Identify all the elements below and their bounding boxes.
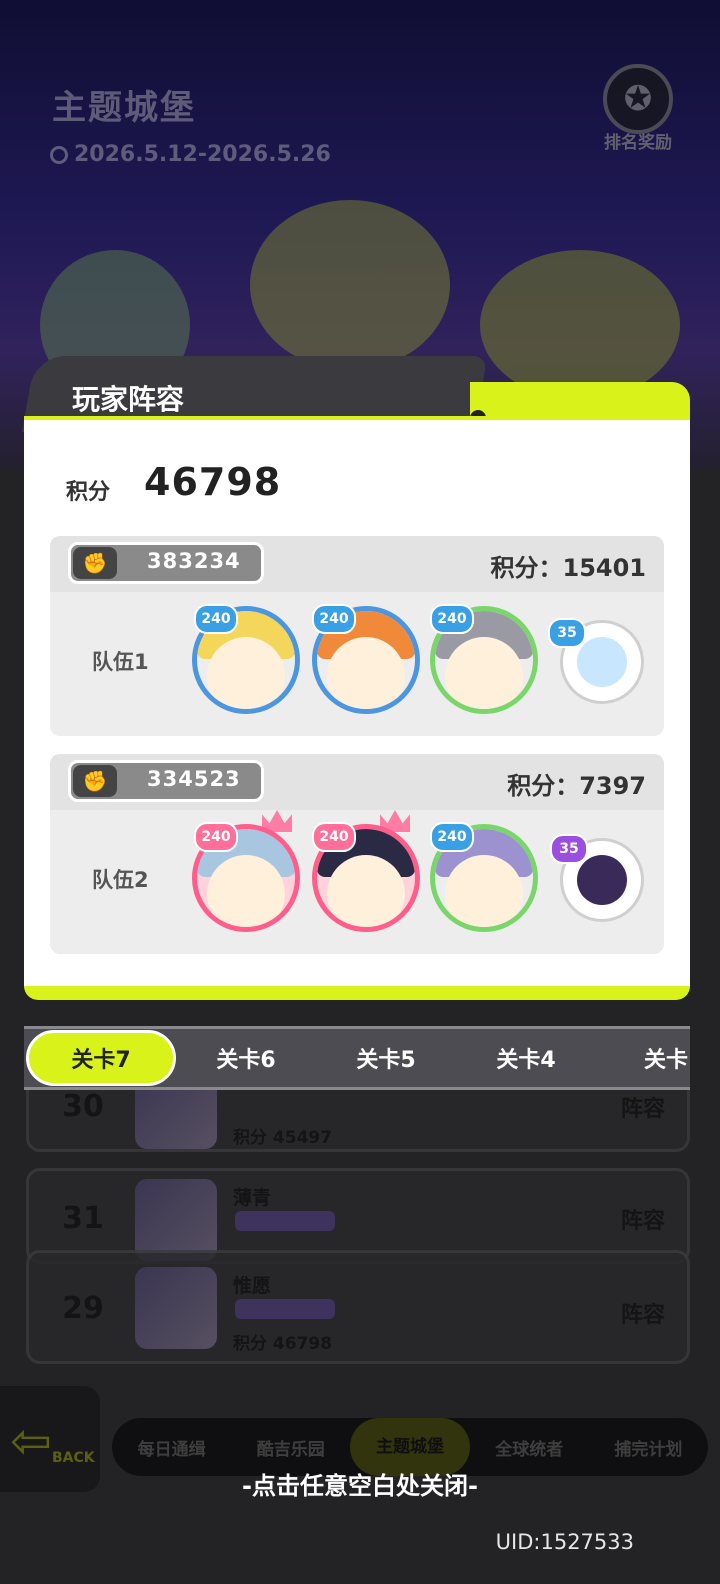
player-id-badge: ✊ 383234 [68,542,264,584]
tab-stage-5[interactable]: 关卡5 [316,1042,456,1074]
hero-face [445,855,523,927]
tab-stage-4[interactable]: 关卡4 [456,1042,596,1074]
hero-face [207,637,285,709]
stage-tabs: 关卡7 关卡6 关卡5 关卡4 关卡 [24,1026,690,1090]
total-score-value: 46798 [144,460,282,504]
hero-face [327,855,405,927]
fist-icon: ✊ [73,765,117,797]
player-id: 334523 [147,767,241,791]
fist-icon: ✊ [73,547,117,579]
modal-title: 玩家阵容 [72,383,185,416]
tab-stage-6[interactable]: 关卡6 [176,1042,316,1074]
total-score-label: 积分 [66,480,111,505]
tab-stage-7[interactable]: 关卡7 [26,1030,176,1086]
tab-stage-more[interactable]: 关卡 [596,1042,690,1074]
team-label: 队伍1 [92,650,149,674]
hero-face [327,637,405,709]
team-header: ✊ 334523 积分：7397 [50,754,664,810]
team-card: ✊ 383234 积分：15401 队伍1 240 240 240 35 [50,536,664,736]
team-score: 积分：7397 [507,772,646,800]
hero-face [207,855,285,927]
player-id-badge: ✊ 334523 [68,760,264,802]
pet-level-badge: 35 [550,834,588,864]
close-hint: -点击任意空白处关闭- [242,1472,478,1500]
hero-level-badge: 240 [194,604,238,634]
team-label: 队伍2 [92,868,149,892]
team-header: ✊ 383234 积分：15401 [50,536,664,592]
pet-art [577,637,627,687]
team-score: 积分：15401 [490,554,647,582]
hero-level-badge: 240 [430,822,474,852]
hero-level-badge: 240 [194,822,238,852]
pet-art [577,855,627,905]
player-id: 383234 [147,549,241,573]
hero-face [445,637,523,709]
hero-level-badge: 240 [312,604,356,634]
user-id: UID:1527533 [495,1530,634,1554]
pet-level-badge: 35 [548,618,586,648]
team-card: ✊ 334523 积分：7397 队伍2 240 240 240 35 [50,754,664,954]
hero-level-badge: 240 [312,822,356,852]
hero-level-badge: 240 [430,604,474,634]
